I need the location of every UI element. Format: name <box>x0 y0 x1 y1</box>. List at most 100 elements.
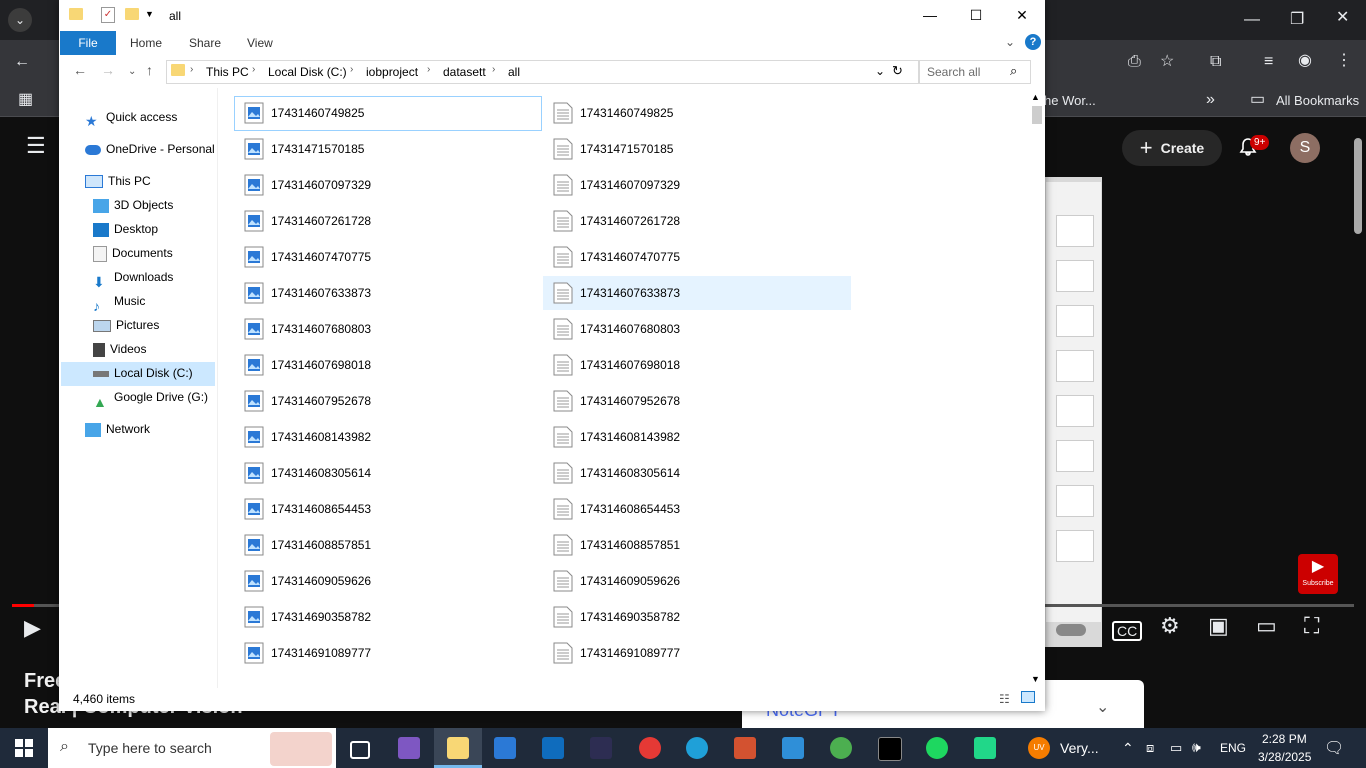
windows-start-icon[interactable] <box>15 739 33 757</box>
vscode-icon[interactable] <box>782 737 804 759</box>
captions-icon[interactable]: CC <box>1112 621 1143 641</box>
microsoft-store-icon[interactable] <box>494 737 516 759</box>
subscribe-watermark[interactable]: ▶ Subscribe <box>1298 554 1338 594</box>
edge-icon[interactable] <box>686 737 708 759</box>
help-icon[interactable]: ? <box>1025 34 1041 50</box>
close-browser-icon[interactable]: ✕ <box>1336 10 1349 26</box>
search-icon[interactable]: ⌕ <box>1010 63 1017 79</box>
page-scrollbar[interactable] <box>1354 138 1362 234</box>
text-file-item[interactable]: 174314607470775 <box>543 240 851 274</box>
theater-mode-icon[interactable]: ▭ <box>1256 615 1277 637</box>
scroll-up-arrow-icon[interactable]: ▲ <box>1031 92 1040 102</box>
new-folder-icon[interactable] <box>125 8 139 20</box>
nav-item-3d-objects[interactable]: 3D Objects <box>93 194 173 216</box>
bookmarks-overflow-icon[interactable]: » <box>1206 92 1215 108</box>
chrome-icon[interactable] <box>830 737 852 759</box>
hamburger-menu-icon[interactable]: ☰ <box>26 135 46 157</box>
image-file-item[interactable]: 174314607097329 <box>234 168 542 202</box>
spotify-icon[interactable] <box>926 737 948 759</box>
nav-item-network[interactable]: Network <box>85 418 150 440</box>
refresh-icon[interactable]: ↻ <box>892 63 903 79</box>
extensions-icon[interactable]: ⧉ <box>1210 54 1221 70</box>
chrome-menu-icon[interactable]: ⋮ <box>1336 53 1352 69</box>
nav-item-onedrive[interactable]: OneDrive - Personal <box>85 138 215 160</box>
nav-item-music[interactable]: ♪ Music <box>93 290 145 314</box>
image-file-item[interactable]: 174314607952678 <box>234 384 542 418</box>
up-icon[interactable]: ↑ <box>146 62 153 78</box>
image-file-item[interactable]: 174314607261728 <box>234 204 542 238</box>
image-file-item[interactable]: 174314607470775 <box>234 240 542 274</box>
nav-item-desktop[interactable]: Desktop <box>93 218 158 240</box>
command-prompt-icon[interactable] <box>878 737 902 761</box>
play-icon[interactable]: ▶ <box>24 617 41 639</box>
nav-item-this-pc[interactable]: This PC <box>85 170 151 192</box>
file-explorer-icon[interactable] <box>447 737 469 759</box>
text-file-item[interactable]: 174314608305614 <box>543 456 851 490</box>
volume-icon[interactable]: 🕪 <box>1192 739 1201 756</box>
clock-time[interactable]: 2:28 PM <box>1262 732 1307 746</box>
nav-item-quick-access[interactable]: ★ Quick access <box>85 106 177 129</box>
text-file-item[interactable]: 174314607952678 <box>543 384 851 418</box>
create-button[interactable]: + Create <box>1122 130 1222 166</box>
powerpoint-icon[interactable] <box>734 737 756 759</box>
breadcrumb-local-disk[interactable]: Local Disk (C:) <box>268 65 347 79</box>
text-file-item[interactable]: 174314607633873 <box>543 276 851 310</box>
bookmark-star-icon[interactable]: ☆ <box>1160 54 1174 70</box>
image-file-item[interactable]: 17431471570185 <box>234 132 542 166</box>
nav-item-videos[interactable]: Videos <box>93 338 146 360</box>
install-app-icon[interactable]: ⎙ <box>1128 54 1141 70</box>
battery-icon[interactable]: ▭ <box>1170 740 1182 756</box>
image-file-item[interactable]: 174314607633873 <box>234 276 542 310</box>
camera-icon[interactable]: ⧈ <box>1146 740 1154 756</box>
properties-icon[interactable]: ✓ <box>101 7 115 23</box>
terminal-app-icon[interactable] <box>590 737 612 759</box>
record-app-icon[interactable] <box>639 737 661 759</box>
language-indicator[interactable]: ENG <box>1220 741 1246 755</box>
image-file-item[interactable]: 174314690358782 <box>234 600 542 634</box>
settings-gear-icon[interactable]: ⚙ <box>1160 615 1180 637</box>
copilot-icon[interactable] <box>398 737 420 759</box>
image-file-item[interactable]: 174314608305614 <box>234 456 542 490</box>
address-dropdown-icon[interactable]: ⌄ <box>875 64 885 78</box>
nav-item-documents[interactable]: Documents <box>93 242 173 264</box>
chevron-down-icon[interactable]: ⌄ <box>1096 700 1109 716</box>
text-file-item[interactable]: 174314608654453 <box>543 492 851 526</box>
image-file-item[interactable]: 17431460749825 <box>234 96 542 130</box>
weather-text[interactable]: Very... <box>1060 740 1099 756</box>
tab-home[interactable]: Home <box>130 31 162 55</box>
tab-share[interactable]: Share <box>189 31 221 55</box>
customize-toolbar-icon[interactable]: ▼ <box>145 9 154 19</box>
back-arrow-icon[interactable]: ← <box>14 54 30 70</box>
text-file-item[interactable]: 174314607698018 <box>543 348 851 382</box>
nav-item-downloads[interactable]: ⬇ Downloads <box>93 266 173 290</box>
task-view-icon[interactable] <box>350 741 370 759</box>
text-file-item[interactable]: 174314608857851 <box>543 528 851 562</box>
nav-item-local-disk[interactable]: Local Disk (C:) <box>93 362 193 384</box>
tab-search-button[interactable]: ⌄ <box>8 8 32 32</box>
autoplay-toggle[interactable] <box>1056 624 1086 636</box>
tab-view[interactable]: View <box>247 31 273 55</box>
avatar[interactable]: S <box>1290 133 1320 163</box>
outlook-icon[interactable] <box>542 737 564 759</box>
text-file-item[interactable]: 17431471570185 <box>543 132 851 166</box>
text-file-item[interactable]: 174314607680803 <box>543 312 851 346</box>
fullscreen-icon[interactable]: ⛶ <box>1304 615 1319 637</box>
breadcrumb-iobproject[interactable]: iobproject <box>366 65 418 79</box>
text-file-item[interactable]: 174314608143982 <box>543 420 851 454</box>
text-file-item[interactable]: 174314607097329 <box>543 168 851 202</box>
image-file-item[interactable]: 174314608654453 <box>234 492 542 526</box>
nav-item-google-drive[interactable]: ▲ Google Drive (G:) <box>93 386 208 410</box>
miniplayer-icon[interactable]: ▣ <box>1208 615 1229 637</box>
image-file-item[interactable]: 174314607698018 <box>234 348 542 382</box>
profile-icon[interactable]: ◉ <box>1298 53 1312 69</box>
scroll-down-arrow-icon[interactable]: ▼ <box>1031 674 1040 684</box>
recent-locations-icon[interactable]: ⌄ <box>128 66 136 77</box>
notification-center-icon[interactable]: 🗨 <box>1324 738 1344 758</box>
breadcrumb-datasett[interactable]: datasett <box>443 65 486 79</box>
media-control-icon[interactable]: ≡ <box>1264 54 1273 70</box>
minimize-browser-icon[interactable]: — <box>1244 12 1260 28</box>
maximize-button[interactable]: ☐ <box>953 0 999 31</box>
text-file-item[interactable]: 17431460749825 <box>543 96 851 130</box>
nav-item-pictures[interactable]: Pictures <box>93 314 159 336</box>
breadcrumb-this-pc[interactable]: This PC <box>206 65 249 79</box>
